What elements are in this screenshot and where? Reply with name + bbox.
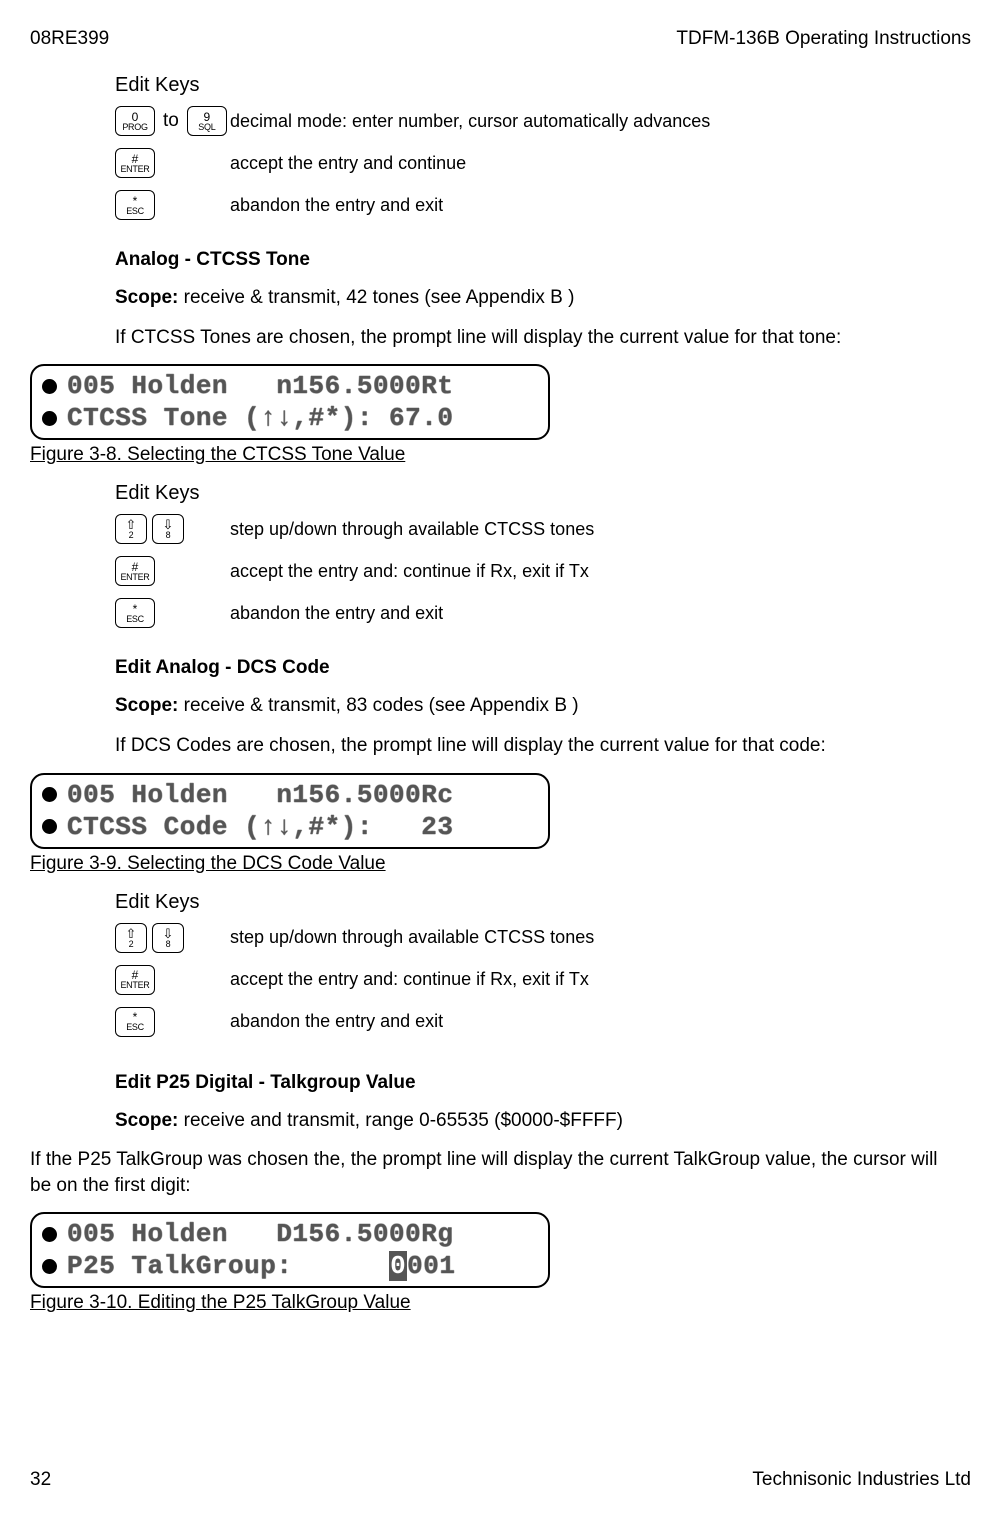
key-up-2: ⇧ 2 [115,923,147,953]
key-esc: * ESC [115,190,155,220]
lcd-display: 005 Holden n156.5000Rt CTCSS Tone (↑↓,#*… [30,364,550,440]
cursor-highlight: 0 [389,1251,407,1281]
paragraph: If CTCSS Tones are chosen, the prompt li… [30,325,961,351]
doc-title: TDFM-136B Operating Instructions [676,28,971,50]
led-icon [42,379,57,394]
paragraph: If the P25 TalkGroup was chosen the, the… [30,1147,961,1198]
key-row: 0 PROG to 9 SQL decimal mode: enter numb… [115,103,961,139]
key-row: # ENTER accept the entry and: continue i… [115,553,961,589]
lcd-line-2: CTCSS Tone (↑↓,#*): 67.0 [67,403,453,433]
figure-caption: Figure 3-8. Selecting the CTCSS Tone Val… [30,444,961,466]
lcd-line-2: P25 TalkGroup: 0001 [67,1251,455,1281]
key-desc: step up/down through available CTCSS ton… [230,519,594,540]
key-desc: accept the entry and: continue if Rx, ex… [230,561,589,582]
key-enter: # ENTER [115,556,155,586]
lcd-display: 005 Holden D156.5000Rg P25 TalkGroup: 00… [30,1212,550,1288]
key-9-sql: 9 SQL [187,106,227,136]
key-down-8: ⇩ 8 [152,923,184,953]
scope-line: Scope: receive & transmit, 83 codes (see… [30,693,961,719]
key-up-2: ⇧ 2 [115,514,147,544]
key-row: # ENTER accept the entry and: continue i… [115,962,961,998]
key-row: * ESC abandon the entry and exit [115,595,961,631]
page-number: 32 [30,1469,51,1491]
led-icon [42,1259,57,1274]
key-desc: accept the entry and: continue if Rx, ex… [230,969,589,990]
key-enter: # ENTER [115,965,155,995]
key-desc: decimal mode: enter number, cursor autom… [230,111,710,132]
scope-line: Scope: receive and transmit, range 0-655… [30,1108,961,1134]
key-esc: * ESC [115,1007,155,1037]
key-desc: abandon the entry and exit [230,1011,443,1032]
lcd-line-1: 005 Holden D156.5000Rg [67,1219,453,1249]
scope-line: Scope: receive & transmit, 42 tones (see… [30,285,961,311]
key-row: * ESC abandon the entry and exit [115,187,961,223]
lcd-display: 005 Holden n156.5000Rc CTCSS Code (↑↓,#*… [30,773,550,849]
led-icon [42,819,57,834]
key-down-8: ⇩ 8 [152,514,184,544]
lcd-line-1: 005 Holden n156.5000Rc [67,780,453,810]
key-row: # ENTER accept the entry and continue [115,145,961,181]
key-esc: * ESC [115,598,155,628]
led-icon [42,787,57,802]
figure-caption: Figure 3-9. Selecting the DCS Code Value [30,853,961,875]
doc-code: 08RE399 [30,28,109,50]
lcd-line-1: 005 Holden n156.5000Rt [67,371,453,401]
edit-keys-heading: Edit Keys [115,482,961,505]
key-enter: # ENTER [115,148,155,178]
lcd-line-2: CTCSS Code (↑↓,#*): 23 [67,812,453,842]
edit-keys-heading: Edit Keys [115,891,961,914]
section-heading-p25: Edit P25 Digital - Talkgroup Value [30,1072,961,1094]
section-heading-ctcss: Analog - CTCSS Tone [30,249,961,271]
led-icon [42,1227,57,1242]
section-heading-dcs: Edit Analog - DCS Code [30,657,961,679]
key-desc: abandon the entry and exit [230,195,443,216]
key-desc: step up/down through available CTCSS ton… [230,927,594,948]
key-row: ⇧ 2 ⇩ 8 step up/down through available C… [115,511,961,547]
key-0-prog: 0 PROG [115,106,155,136]
paragraph: If DCS Codes are chosen, the prompt line… [30,733,961,759]
edit-keys-heading: Edit Keys [115,74,961,97]
key-row: * ESC abandon the entry and exit [115,1004,961,1040]
key-desc: abandon the entry and exit [230,603,443,624]
key-row: ⇧ 2 ⇩ 8 step up/down through available C… [115,920,961,956]
to-word: to [163,110,179,132]
figure-caption: Figure 3-10. Editing the P25 TalkGroup V… [30,1292,961,1314]
led-icon [42,411,57,426]
key-desc: accept the entry and continue [230,153,466,174]
company-name: Technisonic Industries Ltd [752,1469,971,1491]
